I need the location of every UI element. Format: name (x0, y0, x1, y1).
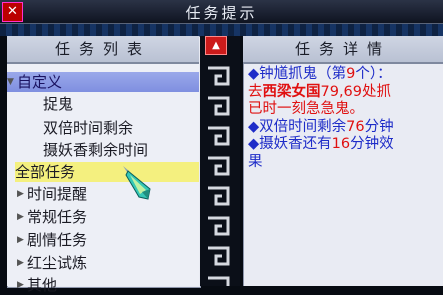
incense-minutes: 16 (331, 136, 351, 152)
detail-text: 去 (248, 83, 263, 100)
task-list-item-all[interactable]: 全部任务 (15, 162, 199, 182)
task-detail-header: 任务详情 (243, 36, 443, 64)
list-item-label: 全部任务 (15, 163, 76, 181)
detail-entry-incense: ◆摄妖香还有16分钟效 (248, 136, 440, 154)
title-bar: ✕ 任务提示 (0, 0, 443, 24)
double-time-minutes: 76 (346, 118, 365, 135)
collapsed-triangle-icon: ▶ (17, 235, 24, 245)
detail-entry-ghost-title: ◆钟馗抓鬼（第9个）： (248, 66, 440, 84)
task-detail-content: ◆钟馗抓鬼（第9个）： 去西梁女国79,69处抓 已时一刻急急鬼。 ◆双倍时间剩… (248, 66, 440, 171)
task-list-item-story[interactable]: ▶ 剧情任务 (7, 230, 209, 250)
detail-text: 分钟效 (350, 136, 394, 152)
detail-text: 处抓 (362, 83, 392, 100)
task-list-item-trial[interactable]: ▶ 红尘试炼 (7, 253, 209, 273)
frame-border-top (0, 24, 443, 36)
list-item-label: 其他 (27, 276, 58, 294)
ghost-count: 9 (346, 66, 356, 82)
bullet-icon: ◆ (248, 136, 260, 152)
detail-text: 钟馗抓鬼（第 (259, 66, 347, 82)
list-item-label: 红尘试炼 (27, 254, 88, 272)
detail-text: 分钟 (364, 118, 394, 135)
gem-cursor-icon (123, 166, 151, 200)
location-link[interactable]: 西梁女国 (263, 84, 321, 100)
coordinates: 79,69 (320, 83, 363, 100)
list-item-label: 摄妖香剩余时间 (43, 141, 149, 159)
detail-entry-double-time: ◆双倍时间剩余76分钟 (248, 119, 440, 137)
detail-text: 摄妖香还有 (259, 136, 332, 152)
list-item-label: 自定义 (17, 73, 63, 91)
list-item-label: 捉鬼 (43, 95, 74, 113)
task-list-header: 任务列表 (7, 36, 199, 64)
expanded-triangle-icon: ▼ (7, 77, 14, 87)
bullet-icon: ◆ (248, 118, 260, 135)
window-title: 任务提示 (185, 4, 258, 22)
collapsed-triangle-icon: ▶ (17, 212, 24, 222)
list-item-label: 常规任务 (27, 208, 88, 226)
list-item-label: 时间提醒 (27, 185, 88, 203)
bullet-icon: ◆ (248, 66, 260, 82)
task-list-item-other[interactable]: ▶ 其他 (7, 275, 209, 295)
task-list: ▼ 自定义 捉鬼 双倍时间剩余 摄妖香剩余时间 全部任务 ▶ 时间提醒 ▶ 常规任务 … (7, 64, 199, 294)
list-item-label: 双倍时间剩余 (43, 119, 134, 137)
collapsed-triangle-icon: ▶ (17, 258, 24, 268)
task-list-item-custom[interactable]: ▼ 自定义 (7, 72, 199, 92)
task-list-item-regular[interactable]: ▶ 常规任务 (7, 207, 209, 227)
detail-text: 双倍时间剩余 (259, 118, 347, 135)
task-list-item-time-reminder[interactable]: ▶ 时间提醒 (7, 184, 209, 204)
list-item-label: 剧情任务 (27, 231, 88, 249)
detail-entry-ghost-target: 已时一刻急急鬼。 (248, 101, 364, 117)
detail-entry-incense-cont: 果 (248, 153, 263, 170)
greek-key-border (200, 36, 240, 286)
scroll-up-button[interactable]: ▲ (205, 36, 227, 55)
detail-entry-ghost-location: 去西梁女国79,69处抓 (248, 84, 440, 102)
collapsed-triangle-icon: ▶ (17, 189, 24, 199)
detail-text: 个）： (355, 66, 392, 82)
collapsed-triangle-icon: ▶ (17, 280, 24, 290)
